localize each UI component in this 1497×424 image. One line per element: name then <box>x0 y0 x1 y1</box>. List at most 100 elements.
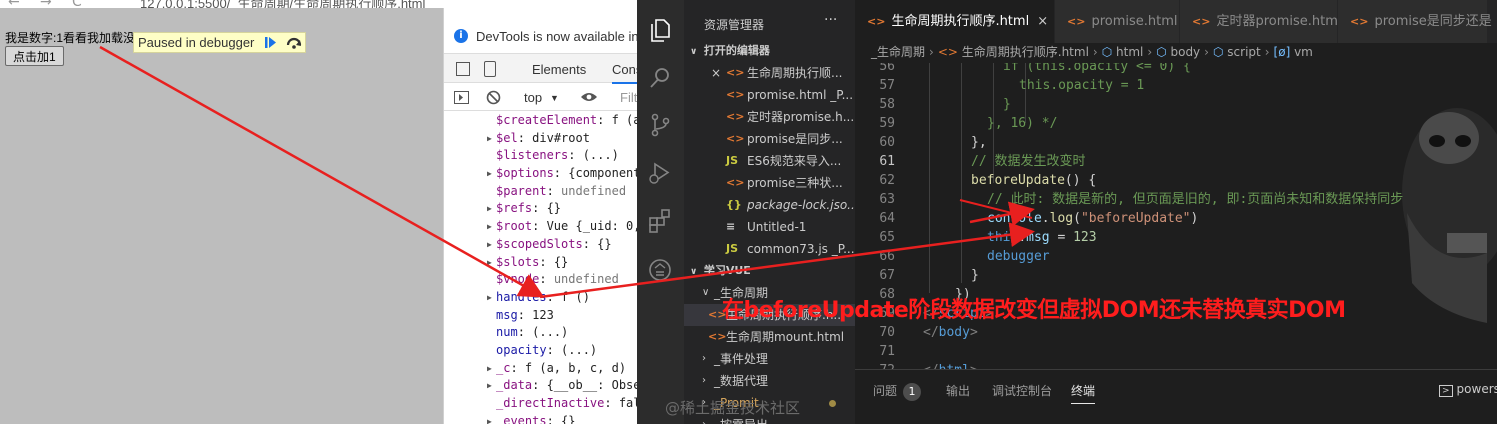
chevron-down-icon[interactable]: ▼ <box>550 93 559 103</box>
code-line[interactable]: 59}, 16) */ <box>855 114 1497 133</box>
code-line[interactable]: 60}, <box>855 133 1497 152</box>
forward-icon[interactable]: → <box>40 0 52 8</box>
scope-property-row[interactable]: msg: 123 <box>444 307 637 325</box>
run-debug-icon[interactable] <box>647 160 673 186</box>
breadcrumb-item[interactable]: html <box>1116 45 1143 59</box>
resume-icon[interactable] <box>262 35 278 50</box>
breadcrumb-item[interactable]: vm <box>1294 45 1313 59</box>
code-line[interactable]: 58} <box>855 95 1497 114</box>
scope-property-row[interactable]: ▶ _data: {__ob__: Obse <box>444 377 637 395</box>
code-line[interactable]: 65 this.msg = 123 <box>855 228 1497 247</box>
code-line[interactable]: 62 beforeUpdate() { <box>855 171 1497 190</box>
close-icon[interactable]: × <box>1037 14 1048 29</box>
tree-file[interactable]: <> 生命周期mount.html <box>684 326 855 348</box>
scope-property-row[interactable]: ▶ $root: Vue {_uid: 0, <box>444 218 637 236</box>
breadcrumb-item[interactable]: 生命周期执行顺序.html <box>962 45 1089 59</box>
code-line[interactable]: 61 // 数据发生改变时 <box>855 152 1497 171</box>
close-icon[interactable]: × <box>711 62 721 84</box>
sidebar-toggle-icon[interactable] <box>454 91 469 104</box>
open-editor-item[interactable]: <> 定时器promise.h... <box>684 106 855 128</box>
code-line[interactable]: 66 debugger <box>855 247 1497 266</box>
console-filter-input[interactable]: Filt <box>620 90 637 105</box>
breadcrumb-item[interactable]: script <box>1227 45 1260 59</box>
increment-button[interactable]: 点击加1 <box>5 46 64 66</box>
remote-explorer-icon[interactable] <box>647 257 673 283</box>
editor-tab[interactable]: <> 生命周期执行顺序.html × <box>855 0 1055 43</box>
expand-triangle-icon[interactable]: ▶ <box>487 130 492 148</box>
search-icon[interactable] <box>647 65 673 91</box>
scope-property-row[interactable]: $vnode: undefined <box>444 271 637 289</box>
expand-triangle-icon[interactable]: ▶ <box>487 413 492 424</box>
open-editor-item[interactable]: ≡ Untitled-1 <box>684 216 855 238</box>
breadcrumb-item[interactable]: body <box>1170 45 1200 59</box>
inspect-element-icon[interactable] <box>456 62 470 76</box>
more-actions-icon[interactable]: ··· <box>824 12 837 28</box>
editor-tab[interactable]: <> 定时器promise.html <box>1180 0 1342 43</box>
workspace-section[interactable]: ∨ 学习VUE <box>684 260 855 282</box>
scope-property-row[interactable]: ▶ handles: f () <box>444 289 637 307</box>
code-line[interactable]: 57 this.opacity = 1 <box>855 76 1497 95</box>
scope-property-row[interactable]: num: (...) <box>444 324 637 342</box>
scope-property-row[interactable]: ▶ $scopedSlots: {} <box>444 236 637 254</box>
tree-folder[interactable]: › _数据代理 <box>684 370 855 392</box>
scope-property-row[interactable]: $listeners: (...) <box>444 147 637 165</box>
open-editor-item[interactable]: {} package-lock.jso... <box>684 194 855 216</box>
open-editor-item[interactable]: JS common73.js _P... <box>684 238 855 260</box>
editor-tab[interactable]: <> promise是同步还是 <box>1338 0 1492 43</box>
context-select[interactable]: top <box>524 90 542 105</box>
step-over-icon[interactable] <box>285 35 303 50</box>
tab-elements[interactable]: Elements <box>532 62 586 77</box>
scope-property-row[interactable]: ▶ $el: div#root <box>444 130 637 148</box>
code-line[interactable]: 56 if (this.opacity <= 0) { <box>855 63 1497 76</box>
expand-triangle-icon[interactable]: ▶ <box>487 254 492 272</box>
tab-debug-console[interactable]: 调试控制台 <box>992 382 1052 399</box>
open-editors-section[interactable]: ∨ 打开的编辑器 <box>684 40 855 62</box>
code-line[interactable]: 67} <box>855 266 1497 285</box>
scope-property-row[interactable]: ▶ _events: {} <box>444 413 637 424</box>
scope-property-row[interactable]: ▶ $slots: {} <box>444 254 637 272</box>
expand-triangle-icon[interactable]: ▶ <box>487 165 492 183</box>
open-editor-item[interactable]: JS ES6规范来导入... <box>684 150 855 172</box>
tree-folder[interactable]: › _事件处理 <box>684 348 855 370</box>
back-icon[interactable]: ← <box>8 0 20 8</box>
scope-property-row[interactable]: $createElement: f (a, b, c, d) <box>444 112 637 130</box>
tab-console[interactable]: Cons <box>612 62 637 84</box>
expand-triangle-icon[interactable]: ▶ <box>487 218 492 236</box>
source-control-icon[interactable] <box>647 112 673 138</box>
url-text[interactable]: 127.0.0.1:5500/_生命周期/生命周期执行顺序.html <box>140 0 425 8</box>
eye-icon[interactable] <box>580 91 598 103</box>
expand-triangle-icon[interactable]: ▶ <box>487 200 492 218</box>
tab-output[interactable]: 输出 <box>946 382 970 399</box>
device-toolbar-icon[interactable] <box>484 61 496 77</box>
open-editor-item[interactable]: <> promise是同步... <box>684 128 855 150</box>
open-editor-name: Untitled-1 <box>747 220 807 234</box>
tab-terminal[interactable]: 终端 <box>1071 382 1096 404</box>
extensions-icon[interactable] <box>647 208 673 234</box>
code-line[interactable]: 72 </html> <box>855 361 1497 369</box>
code-line[interactable]: 71 <box>855 342 1497 361</box>
scope-property-row[interactable]: ▶ _c: f (a, b, c, d) <box>444 360 637 378</box>
scope-property-row[interactable]: opacity: (...) <box>444 342 637 360</box>
code-line[interactable]: 70 </body> <box>855 323 1497 342</box>
expand-triangle-icon[interactable]: ▶ <box>487 377 492 395</box>
expand-triangle-icon[interactable]: ▶ <box>487 289 492 307</box>
open-editor-item[interactable]: × <> 生命周期执行顺... <box>684 62 855 84</box>
scope-property-row[interactable]: $parent: undefined <box>444 183 637 201</box>
clear-console-icon[interactable] <box>486 90 501 105</box>
expand-triangle-icon[interactable]: ▶ <box>487 236 492 254</box>
editor-tab[interactable]: <> promise.html <box>1055 0 1180 43</box>
terminal-shell-label[interactable]: >powersh <box>1439 382 1497 397</box>
open-editor-item[interactable]: <> promise.html _P... <box>684 84 855 106</box>
expand-triangle-icon[interactable]: ▶ <box>487 360 492 378</box>
tab-problems[interactable]: 问题 1 <box>873 382 922 401</box>
scope-property-row[interactable]: ▶ $refs: {} <box>444 200 637 218</box>
scope-property-row[interactable]: ▶ $options: {component <box>444 165 637 183</box>
reload-icon[interactable]: C <box>72 0 82 8</box>
address-bar[interactable]: ← → C 127.0.0.1:5500/_生命周期/生命周期执行顺序.html <box>0 0 637 8</box>
breadcrumb-item[interactable]: _生命周期 <box>871 45 925 59</box>
scope-property-row[interactable]: _directInactive: fal <box>444 395 637 413</box>
explorer-icon[interactable] <box>647 17 673 43</box>
open-editor-item[interactable]: <> promise三种状... <box>684 172 855 194</box>
code-line[interactable]: 63 // 此时: 数据是新的, 但页面是旧的, 即:页面尚未知和数据保持同步 <box>855 190 1497 209</box>
code-line[interactable]: 64 console.log("beforeUpdate") <box>855 209 1497 228</box>
